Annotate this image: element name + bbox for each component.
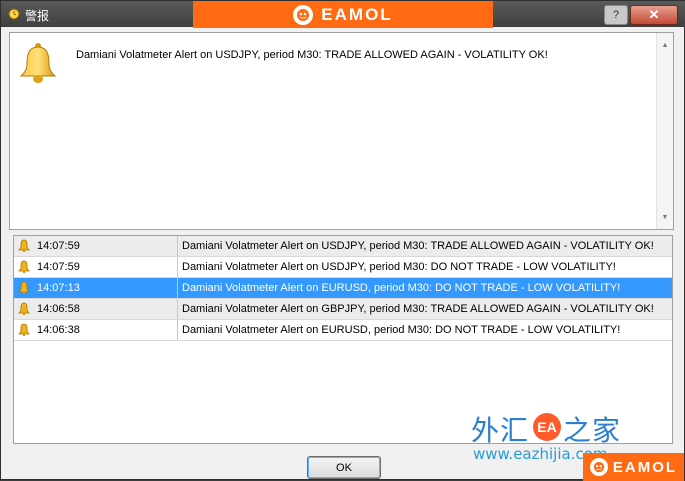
time-cell: 14:06:38	[14, 320, 178, 340]
brand-logo-icon	[293, 4, 314, 25]
alert-message: Damiani Volatmeter Alert on EURUSD, peri…	[182, 324, 621, 336]
alert-time: 14:07:59	[37, 240, 80, 252]
message-pane: Damiani Volatmeter Alert on USDJPY, peri…	[9, 32, 674, 230]
watermark-chinese-tail: 之家	[563, 414, 622, 447]
time-cell: 14:06:58	[14, 299, 178, 319]
bell-icon	[18, 260, 30, 273]
table-row[interactable]: 14:06:58 Damiani Volatmeter Alert on GBP…	[14, 299, 672, 320]
close-button[interactable]: ✕	[630, 5, 678, 25]
time-cell: 14:07:13	[14, 278, 178, 298]
alert-time: 14:07:13	[37, 282, 80, 294]
bell-icon	[18, 302, 30, 315]
alert-window: 警报 EAMOL ? ✕ Damiani Volatmeter Alert on…	[0, 0, 685, 481]
alert-message: Damiani Volatmeter Alert on USDJPY, peri…	[182, 240, 654, 252]
brand-name: EAMOL	[321, 4, 393, 24]
message-scrollbar[interactable]: ▲ ▼	[656, 33, 673, 229]
alert-time: 14:06:58	[37, 303, 80, 315]
table-row[interactable]: 14:06:38 Damiani Volatmeter Alert on EUR…	[14, 320, 672, 341]
bell-icon	[18, 239, 30, 252]
scroll-up-icon[interactable]: ▲	[657, 37, 673, 53]
title-bar[interactable]: 警报 EAMOL ? ✕	[1, 1, 685, 28]
alarm-clock-icon	[7, 6, 21, 20]
brand-name: EAMOL	[612, 458, 678, 476]
alert-message-text: Damiani Volatmeter Alert on USDJPY, peri…	[76, 49, 548, 61]
table-row-selected[interactable]: 14:07:13 Damiani Volatmeter Alert on EUR…	[14, 278, 672, 299]
alert-time: 14:07:59	[37, 261, 80, 273]
table-row[interactable]: 14:07:59 Damiani Volatmeter Alert on USD…	[14, 236, 672, 257]
window-title: 警报	[25, 9, 50, 23]
time-cell: 14:07:59	[14, 257, 178, 277]
bell-icon	[18, 323, 30, 336]
watermark-badge: EA	[533, 413, 561, 441]
time-cell: 14:07:59	[14, 236, 178, 256]
alert-time: 14:06:38	[37, 324, 80, 336]
scroll-down-icon[interactable]: ▼	[657, 209, 673, 225]
help-button[interactable]: ?	[604, 5, 628, 25]
corner-brand-logo: EAMOL	[583, 453, 684, 481]
bell-icon	[18, 281, 30, 294]
bell-icon	[19, 43, 57, 83]
brand-banner: EAMOL	[193, 1, 493, 28]
alert-message: Damiani Volatmeter Alert on USDJPY, peri…	[182, 261, 616, 273]
table-row[interactable]: 14:07:59 Damiani Volatmeter Alert on USD…	[14, 257, 672, 278]
watermark-chinese-head: 外汇	[471, 414, 530, 447]
ok-button[interactable]: OK	[307, 456, 381, 479]
brand-logo-icon	[589, 458, 608, 476]
alert-message: Damiani Volatmeter Alert on GBPJPY, peri…	[182, 303, 654, 315]
alert-message: Damiani Volatmeter Alert on EURUSD, peri…	[182, 282, 621, 294]
